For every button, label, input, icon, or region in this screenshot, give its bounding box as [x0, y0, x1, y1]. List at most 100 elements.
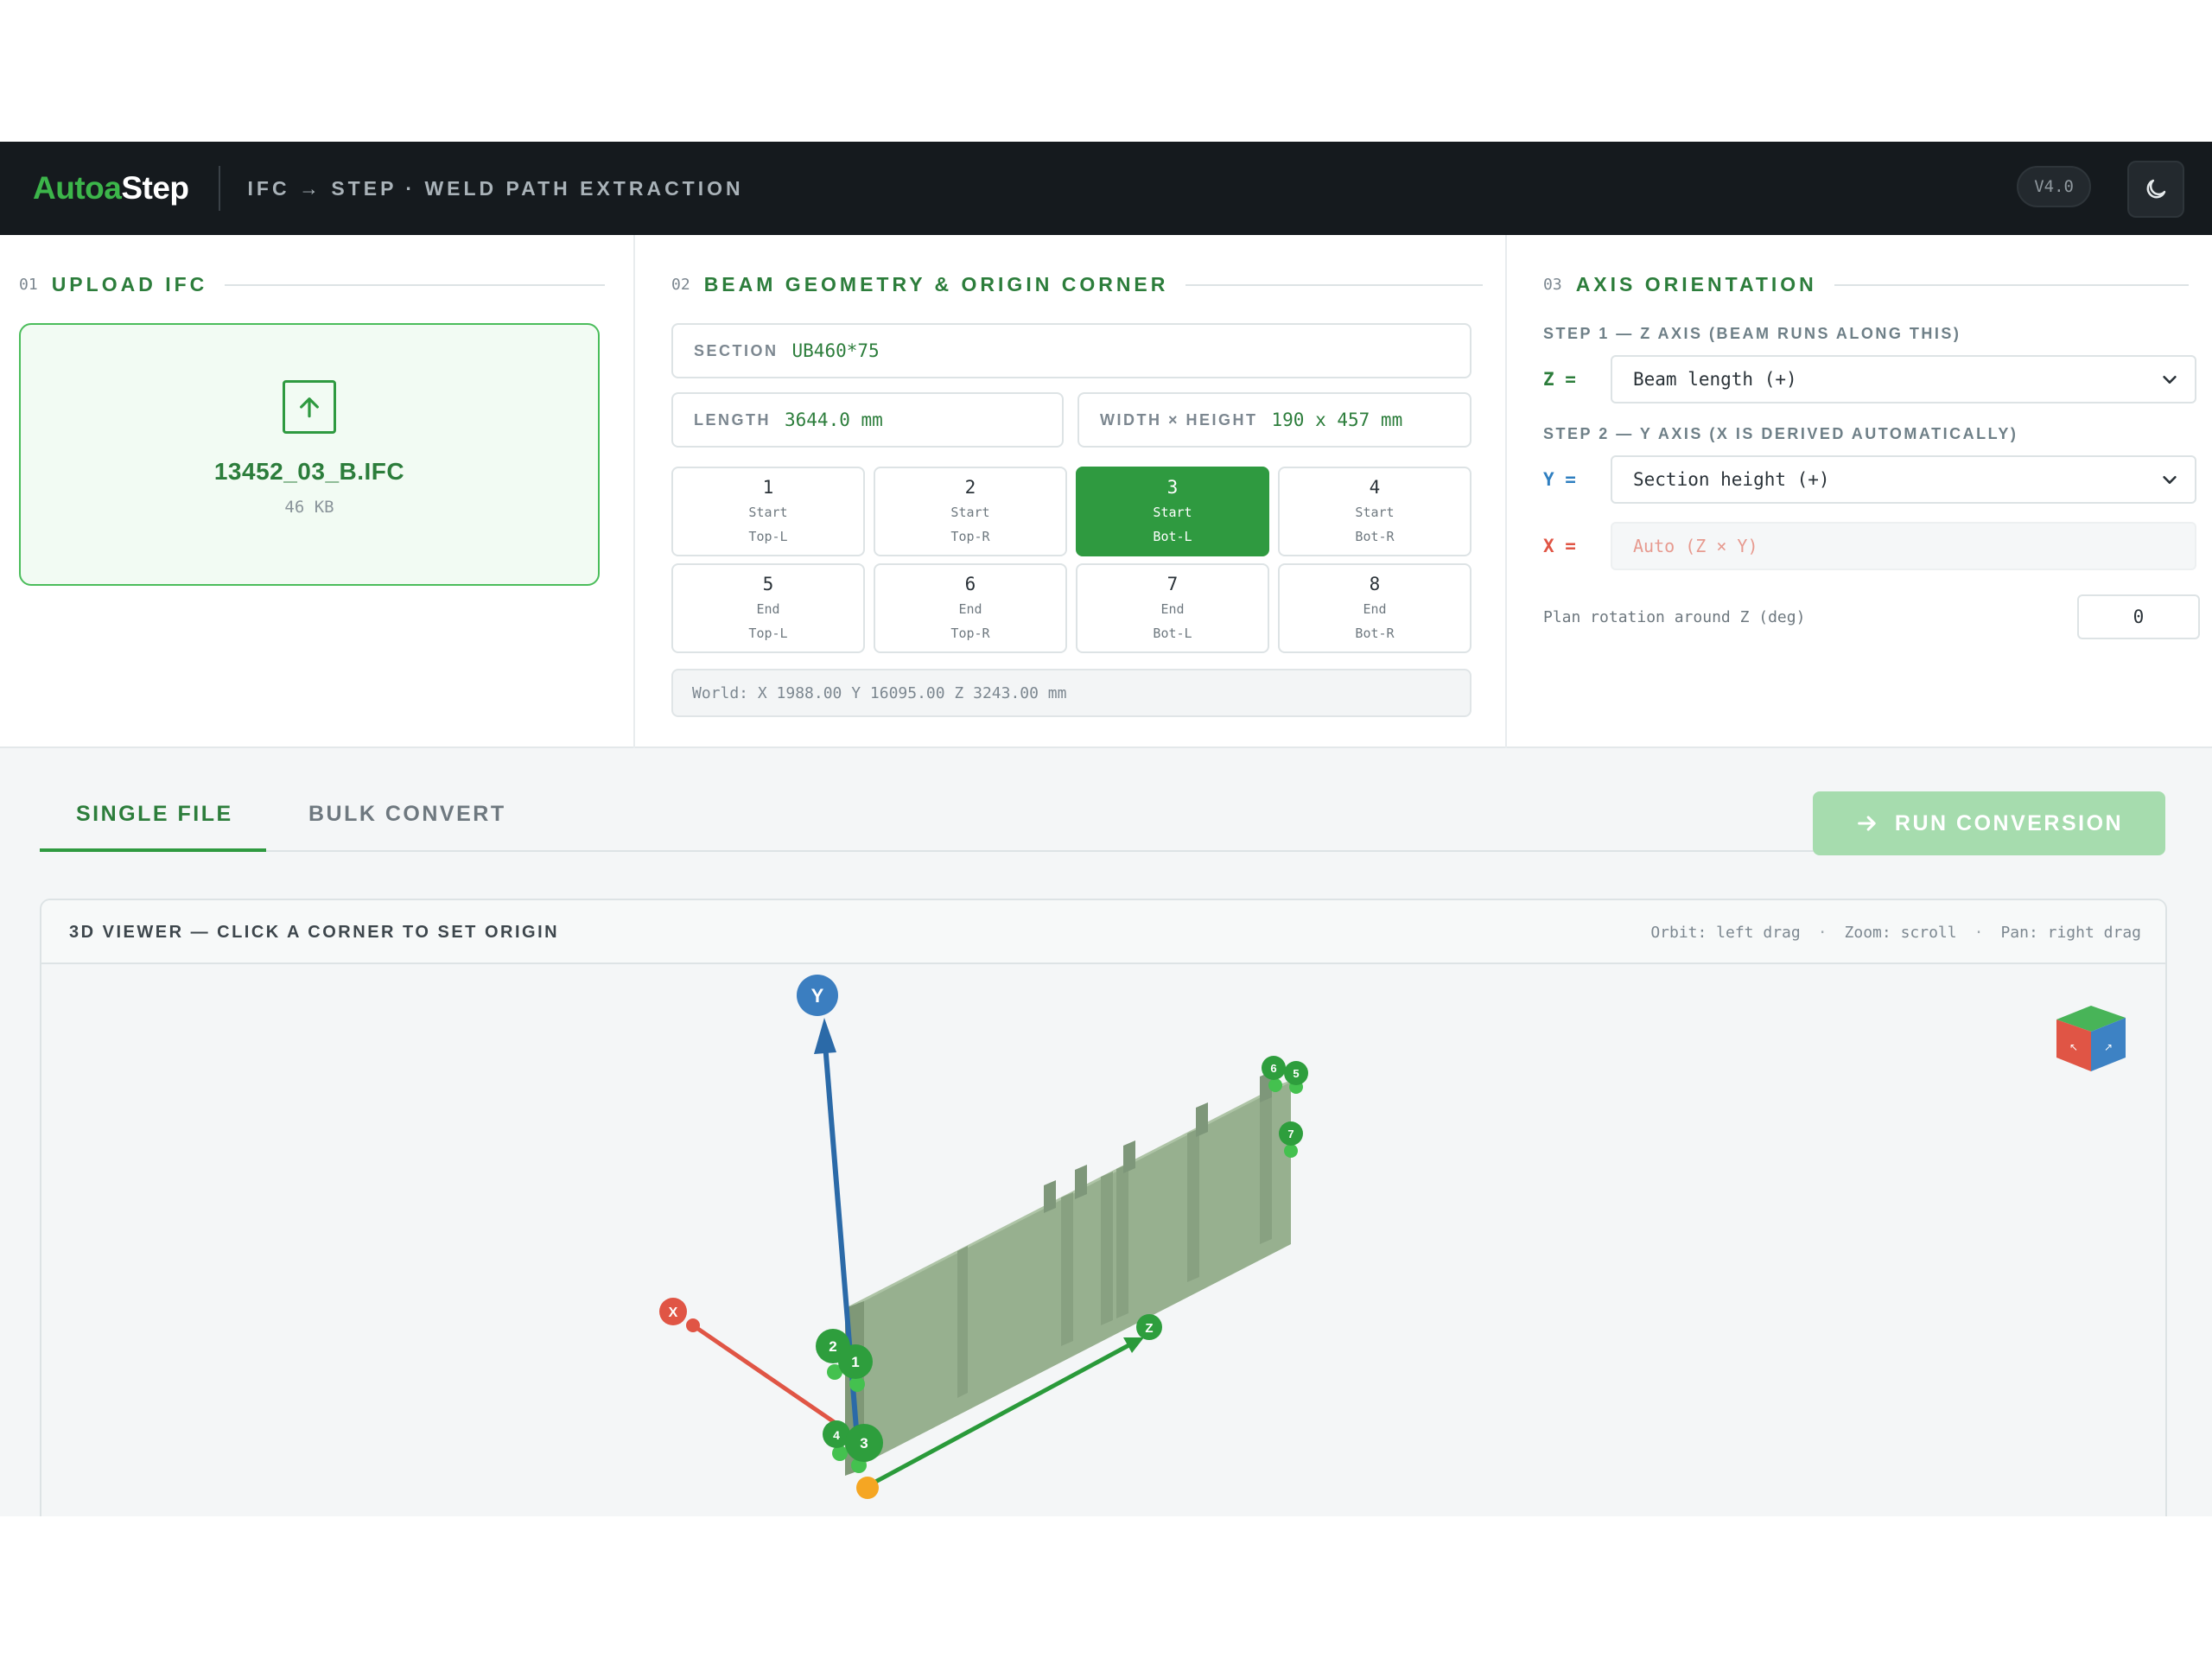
brand-part-1: Autoa	[33, 170, 122, 206]
x-axis-row: X = Auto (Z × Y)	[1543, 522, 2200, 570]
corner-marker-label: 2	[829, 1338, 836, 1355]
stiffener-plate	[957, 1246, 968, 1398]
stiffener-top	[1075, 1165, 1087, 1199]
corner-button-6[interactable]: 6 End Top-R	[874, 563, 1067, 653]
corner-marker-6[interactable]: 6	[1262, 1056, 1286, 1080]
stiffener-plate	[1260, 1090, 1272, 1244]
corner-marker-label: 5	[1293, 1067, 1299, 1080]
corner-position: Start	[1153, 505, 1192, 520]
y-axis-value: Section height (+)	[1633, 469, 1830, 490]
brand-part-2: Step	[121, 170, 189, 206]
title-rule	[225, 283, 606, 286]
corner-grid: 1 Start Top-L 2 Start Top-R 3 Start Bot-…	[671, 467, 1471, 653]
corner-marker-7[interactable]: 7	[1279, 1121, 1303, 1146]
y-axis-arrowhead	[814, 1018, 836, 1054]
stiffener-plate	[1061, 1192, 1073, 1346]
corner-side: Top-R	[950, 626, 990, 641]
panel-title-text: UPLOAD IFC	[51, 273, 208, 295]
run-conversion-button[interactable]: RUN CONVERSION	[1813, 791, 2165, 855]
width-height-field: WIDTH × HEIGHT 190 x 457 mm	[1077, 392, 1471, 448]
corner-marker-5[interactable]: 5	[1284, 1061, 1308, 1085]
hint-orbit: Orbit: left drag	[1650, 924, 1801, 942]
panel-number: 03	[1543, 276, 1562, 294]
corner-button-7[interactable]: 7 End Bot-L	[1076, 563, 1269, 653]
section-field: SECTION UB460*75	[671, 323, 1471, 378]
title-rule	[1185, 283, 1484, 286]
panel-title-text: BEAM GEOMETRY & ORIGIN CORNER	[703, 273, 1169, 295]
brand-logo: AutoaStep	[33, 170, 189, 206]
beam-side-face[interactable]	[857, 1080, 1291, 1467]
y-axis-row: Y = Section height (+)	[1543, 455, 2200, 504]
3d-canvas[interactable]: X Y Z 2 1 4 3 6 5 7 ↖ ↗	[41, 964, 2167, 1555]
y-axis-label: Y =	[1543, 469, 1576, 490]
corner-number: 5	[762, 574, 774, 594]
viewer-title: 3D VIEWER — CLICK A CORNER TO SET ORIGIN	[69, 923, 560, 942]
z-axis-badge[interactable]: Z	[1136, 1314, 1162, 1340]
app-subtitle: IFC → STEP · WELD PATH EXTRACTION	[247, 176, 744, 200]
corner-button-4[interactable]: 4 Start Bot-R	[1278, 467, 1471, 556]
corner-position: End	[756, 601, 780, 617]
axis-panel-title: 03 AXIS ORIENTATION	[1543, 273, 2189, 296]
corner-side: Bot-R	[1355, 626, 1395, 641]
x-axis-badge[interactable]: X	[659, 1298, 687, 1325]
corner-number: 1	[762, 477, 774, 498]
hint-zoom: Zoom: scroll	[1844, 924, 1957, 942]
tab-single-file[interactable]: SINGLE FILE	[76, 802, 233, 827]
z-axis-label: Z =	[1543, 369, 1576, 390]
y-axis-select[interactable]: Section height (+)	[1611, 455, 2196, 504]
3d-viewer: 3D VIEWER — CLICK A CORNER TO SET ORIGIN…	[40, 899, 2167, 1555]
theme-toggle-button[interactable]	[2127, 161, 2184, 218]
hint-pan: Pan: right drag	[2000, 924, 2141, 942]
x-axis-value: Auto (Z × Y)	[1633, 536, 1758, 556]
upload-panel-title: 01 UPLOAD IFC	[19, 273, 606, 296]
corner-marker-3[interactable]: 3	[845, 1424, 883, 1462]
upload-arrow-icon	[283, 380, 336, 434]
width-height-label: WIDTH × HEIGHT	[1100, 410, 1258, 429]
header-divider	[218, 166, 220, 211]
stiffener-top	[1196, 1102, 1208, 1137]
step1-label: STEP 1 — Z AXIS (BEAM RUNS ALONG THIS)	[1543, 325, 1961, 342]
z-axis-select[interactable]: Beam length (+)	[1611, 355, 2196, 403]
stiffener-plate	[1116, 1164, 1128, 1318]
arrow-right-icon	[1858, 816, 1876, 831]
step2-label: STEP 2 — Y AXIS (X IS DERIVED AUTOMATICA…	[1543, 425, 2018, 442]
tab-bulk-convert[interactable]: BULK CONVERT	[308, 802, 506, 827]
corner-side: Top-L	[748, 529, 788, 544]
app-header: AutoaStep IFC → STEP · WELD PATH EXTRACT…	[0, 142, 2212, 235]
top-blank-area	[0, 0, 2212, 142]
length-field: LENGTH 3644.0 mm	[671, 392, 1064, 448]
hint-separator: ·	[1817, 924, 1827, 942]
z-axis-value: Beam length (+)	[1633, 369, 1797, 390]
orientation-cube-mark: ↖	[2069, 1041, 2078, 1053]
corner-marker-label: 7	[1287, 1128, 1294, 1140]
y-axis-badge[interactable]: Y	[797, 975, 838, 1016]
axis-panel: 03 AXIS ORIENTATION STEP 1 — Z AXIS (BEA…	[1507, 235, 2212, 748]
length-label: LENGTH	[694, 410, 771, 429]
geometry-panel-title: 02 BEAM GEOMETRY & ORIGIN CORNER	[671, 273, 1484, 296]
corner-position: Start	[1355, 505, 1395, 520]
rotation-input[interactable]: 0	[2077, 594, 2200, 639]
viewer-header: 3D VIEWER — CLICK A CORNER TO SET ORIGIN…	[41, 900, 2165, 964]
stiffener-top	[1123, 1140, 1135, 1173]
panel-title-text: AXIS ORIENTATION	[1575, 273, 1817, 295]
orientation-cube-mark: ↗	[2104, 1041, 2113, 1053]
upload-dropzone[interactable]: 13452_03_B.IFC 46 KB	[19, 323, 600, 586]
section-value: UB460*75	[791, 340, 880, 361]
corner-side: Bot-L	[1153, 529, 1192, 544]
y-axis-badge-label: Y	[811, 985, 824, 1007]
corner-button-1[interactable]: 1 Start Top-L	[671, 467, 865, 556]
corner-button-3[interactable]: 3 Start Bot-L	[1076, 467, 1269, 556]
panel-number: 02	[671, 276, 690, 294]
workspace: SINGLE FILE BULK CONVERT RUN CONVERSION …	[0, 748, 2212, 1555]
orientation-cube[interactable]: ↖ ↗	[2056, 1006, 2126, 1071]
length-value: 3644.0 mm	[785, 410, 883, 430]
corner-marker-label: 6	[1270, 1062, 1276, 1075]
corner-number: 2	[964, 477, 976, 498]
corner-button-2[interactable]: 2 Start Top-R	[874, 467, 1067, 556]
corner-button-5[interactable]: 5 End Top-L	[671, 563, 865, 653]
corner-marker-1[interactable]: 1	[838, 1344, 873, 1379]
z-axis-badge-label: Z	[1145, 1321, 1153, 1336]
corner-side: Bot-L	[1153, 626, 1192, 641]
corner-side: Top-R	[950, 529, 990, 544]
corner-button-8[interactable]: 8 End Bot-R	[1278, 563, 1471, 653]
